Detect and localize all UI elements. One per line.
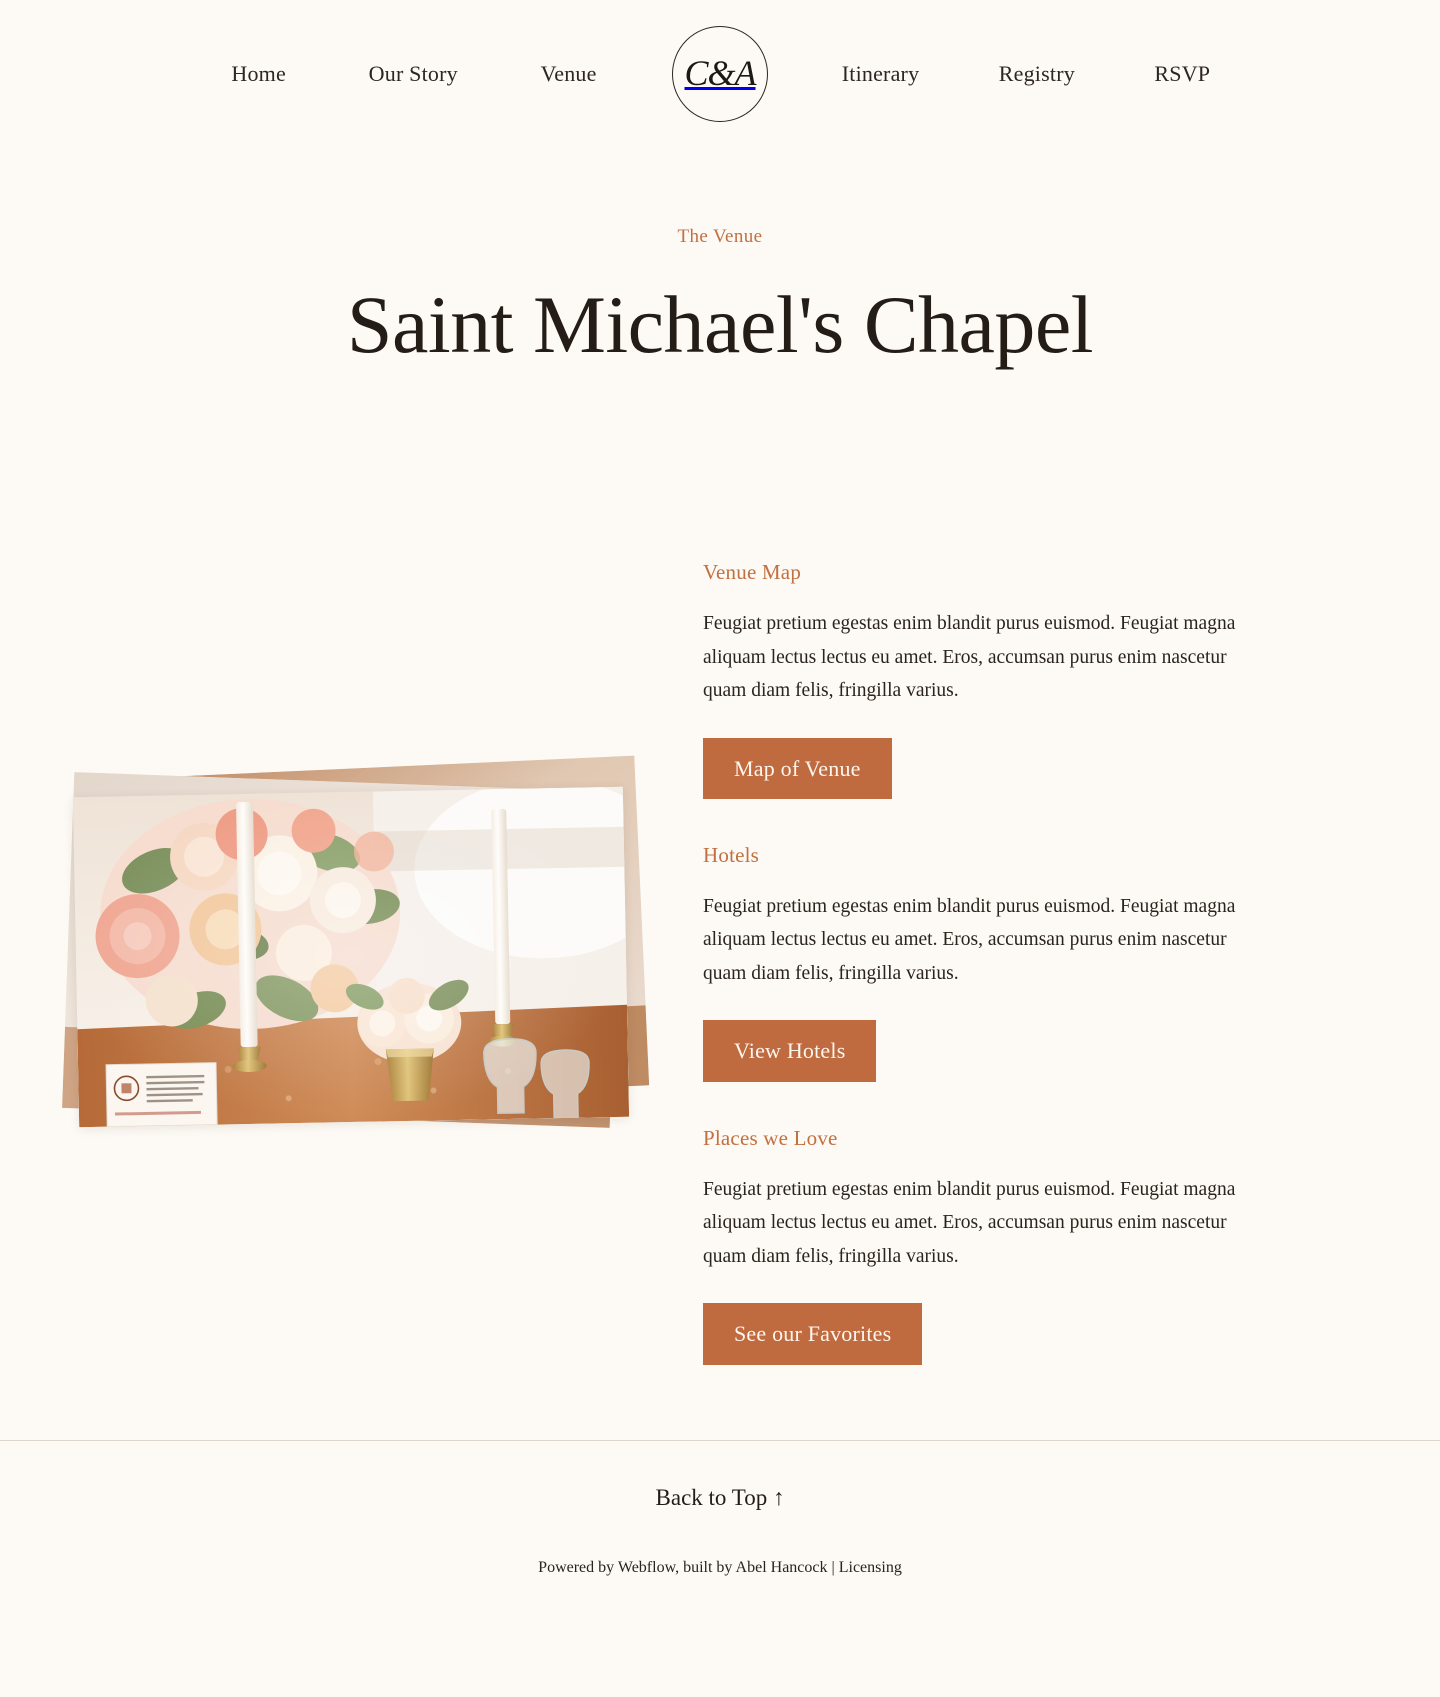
nav-item-registry[interactable]: Registry [999, 61, 1075, 87]
view-hotels-button[interactable]: View Hotels [703, 1020, 877, 1082]
page-title: Saint Michael's Chapel [346, 279, 1094, 370]
main-content: Venue Map Feugiat pretium egestas enim b… [0, 560, 1440, 1420]
hero-section: The Venue Saint Michael's Chapel [0, 148, 1440, 368]
section-body-places-we-love: Feugiat pretium egestas enim blandit pur… [703, 1178, 1236, 1267]
nav-item-venue[interactable]: Venue [541, 61, 597, 87]
venue-photo-collage [62, 755, 650, 1130]
section-title-places-we-love: Places we Love [703, 1125, 838, 1150]
hero-eyebrow: The Venue [677, 226, 763, 247]
nav-item-our-story[interactable]: Our Story [369, 61, 458, 87]
venue-info-column: Venue Map Feugiat pretium egestas enim b… [703, 560, 1263, 1409]
nav-item-itinerary[interactable]: Itinerary [842, 61, 920, 87]
see-our-favorites-button[interactable]: See our Favorites [703, 1303, 923, 1365]
section-places-we-love: Places we Love Feugiat pretium egestas e… [703, 1126, 1263, 1365]
section-title-venue-map: Venue Map [703, 560, 802, 584]
back-to-top-link[interactable]: Back to Top ↑ [656, 1485, 785, 1511]
map-of-venue-button[interactable]: Map of Venue [703, 737, 892, 799]
colophon-prefix: Powered by [538, 1559, 618, 1576]
site-logo-monogram[interactable]: C&A [672, 26, 768, 122]
nav-inner: Home Our Story Venue C&A Itinerary Regis… [190, 26, 1250, 122]
colophon-separator: | [827, 1559, 839, 1576]
page-root: Home Our Story Venue C&A Itinerary Regis… [0, 0, 1440, 1697]
nav-item-home[interactable]: Home [231, 61, 286, 87]
section-hotels: Hotels Feugiat pretium egestas enim blan… [703, 843, 1263, 1082]
logo-text: C&A [684, 52, 756, 93]
site-footer: Back to Top ↑ Powered by Webflow, built … [0, 1441, 1440, 1577]
section-title-hotels: Hotels [703, 842, 760, 867]
nav-group-right: Itinerary Registry RSVP [774, 61, 1250, 87]
nav-group-left: Home Our Story Venue [190, 61, 666, 87]
main-navigation: Home Our Story Venue C&A Itinerary Regis… [0, 0, 1440, 148]
section-venue-map: Venue Map Feugiat pretium egestas enim b… [703, 560, 1263, 799]
footer-colophon: Powered by Webflow, built by Abel Hancoc… [0, 1559, 1440, 1577]
webflow-link[interactable]: Webflow [618, 1559, 675, 1576]
section-body-venue-map: Feugiat pretium egestas enim blandit pur… [703, 613, 1236, 702]
licensing-link[interactable]: Licensing [839, 1559, 902, 1576]
nav-item-rsvp[interactable]: RSVP [1154, 61, 1210, 87]
photo-art-front [72, 786, 630, 1128]
colophon-middle: , built by [675, 1559, 736, 1576]
photo-layer-front [72, 786, 630, 1128]
author-link[interactable]: Abel Hancock [736, 1559, 828, 1576]
section-body-hotels: Feugiat pretium egestas enim blandit pur… [703, 895, 1236, 984]
